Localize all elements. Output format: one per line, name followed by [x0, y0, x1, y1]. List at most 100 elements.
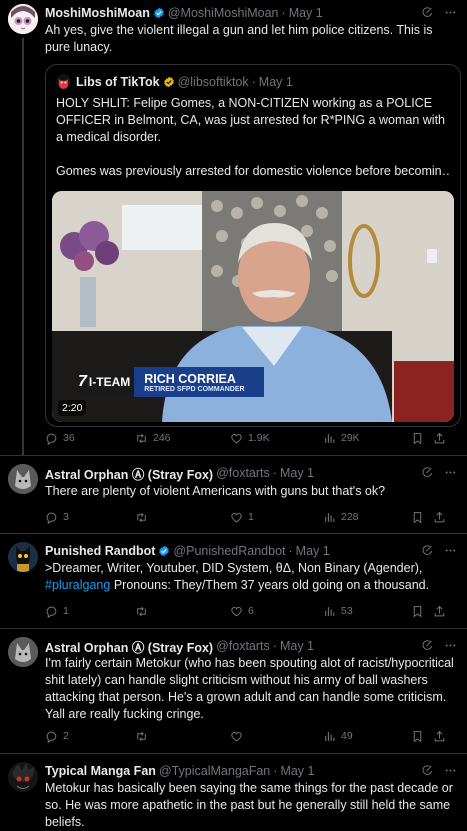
quote-text: HOLY SHLIT: Felipe Gomes, a NON-CITIZEN …	[56, 95, 450, 180]
timestamp[interactable]: May 1	[296, 544, 330, 558]
repost-button[interactable]: 246	[135, 432, 230, 445]
more-icon[interactable]	[444, 764, 457, 777]
views-button[interactable]: 228	[323, 511, 411, 524]
tweet[interactable]: Astral Orphan Ⓐ (Stray Fox) @foxtarts · …	[0, 628, 467, 754]
avatar[interactable]	[8, 637, 38, 667]
quoted-tweet[interactable]: Libs of TikTok @libsoftiktok · May 1 HOL…	[45, 64, 461, 427]
repost-button[interactable]	[135, 605, 230, 618]
tweet[interactable]: Typical Manga Fan @TypicalMangaFan · May…	[0, 753, 467, 829]
handle[interactable]: @foxtarts	[216, 639, 270, 653]
lower-third-name: RICH CORRIEA	[144, 371, 236, 386]
quote-display-name[interactable]: Libs of TikTok	[76, 75, 160, 89]
grok-icon[interactable]	[421, 6, 434, 19]
news-lower-third: 7 I-TEAM RICH CORRIEA RETIRED SFPD COMMA…	[74, 367, 265, 397]
grok-icon[interactable]	[421, 639, 434, 652]
more-icon[interactable]	[444, 544, 457, 557]
bookmark-icon	[411, 511, 424, 524]
handle[interactable]: @foxtarts	[216, 466, 270, 480]
video-player[interactable]: 7 I-TEAM RICH CORRIEA RETIRED SFPD COMMA…	[52, 191, 454, 422]
tweet-header: Astral Orphan Ⓐ (Stray Fox) @foxtarts · …	[45, 464, 457, 482]
more-icon[interactable]	[444, 639, 457, 652]
quote-avatar[interactable]	[56, 74, 71, 89]
separator-dot: ·	[273, 764, 278, 778]
display-name[interactable]: Typical Manga Fan	[45, 764, 156, 778]
grok-icon[interactable]	[421, 764, 434, 777]
share-button[interactable]	[433, 730, 446, 743]
share-icon	[433, 605, 446, 618]
like-button[interactable]	[230, 730, 323, 743]
views-button[interactable]: 49	[323, 730, 411, 743]
tweet[interactable]: MoshiMoshiMoan @MoshiMoshiMoan · May 1 A…	[0, 0, 467, 456]
timestamp[interactable]: May 1	[280, 466, 314, 480]
reply-icon	[45, 432, 58, 445]
share-button[interactable]	[433, 432, 446, 445]
views-icon	[323, 605, 336, 618]
repost-icon	[135, 730, 148, 743]
handle[interactable]: @MoshiMoshiMoan	[168, 6, 279, 20]
reply-icon	[45, 730, 58, 743]
thread-line	[22, 38, 24, 455]
bookmark-icon	[411, 432, 424, 445]
fox-avatar-icon	[8, 464, 38, 494]
avatar[interactable]	[8, 4, 38, 34]
handle[interactable]: @TypicalMangaFan	[159, 764, 270, 778]
views-button[interactable]: 29K	[323, 432, 411, 445]
reply-button[interactable]: 36	[45, 432, 135, 445]
like-count: 6	[248, 605, 254, 617]
reply-icon	[45, 605, 58, 618]
reply-button[interactable]: 2	[45, 730, 135, 743]
tweet-header: Typical Manga Fan @TypicalMangaFan · May…	[45, 762, 457, 780]
timestamp[interactable]: May 1	[289, 6, 323, 20]
reply-button[interactable]: 3	[45, 511, 135, 524]
avatar[interactable]	[8, 464, 38, 494]
more-icon[interactable]	[444, 466, 457, 479]
share-button[interactable]	[433, 605, 446, 618]
bookmark-button[interactable]	[411, 511, 433, 524]
reply-button[interactable]: 1	[45, 605, 135, 618]
bookmark-button[interactable]	[411, 605, 433, 618]
views-count: 228	[341, 511, 359, 523]
cat-avatar-icon	[8, 542, 38, 572]
share-icon	[433, 432, 446, 445]
separator-dot: ·	[281, 6, 286, 20]
manga-avatar-icon	[8, 762, 38, 792]
like-button[interactable]: 6	[230, 605, 323, 618]
like-icon	[230, 511, 243, 524]
station-name: I-TEAM	[88, 375, 131, 389]
display-name[interactable]: MoshiMoshiMoan	[45, 6, 150, 20]
tweet-text: >Dreamer, Writer, Youtuber, DID System, …	[45, 560, 457, 594]
more-icon[interactable]	[444, 6, 457, 19]
display-name[interactable]: Astral Orphan Ⓐ (Stray Fox)	[45, 637, 213, 655]
timestamp[interactable]: May 1	[280, 639, 314, 653]
display-name[interactable]: Astral Orphan Ⓐ (Stray Fox)	[45, 464, 213, 482]
repost-button[interactable]	[135, 730, 230, 743]
views-icon	[323, 730, 336, 743]
bookmark-button[interactable]	[411, 432, 433, 445]
grok-icon[interactable]	[421, 544, 434, 557]
bookmark-button[interactable]	[411, 730, 433, 743]
hashtag-link[interactable]: #pluralgang	[45, 578, 110, 592]
grok-icon[interactable]	[421, 466, 434, 479]
like-button[interactable]: 1	[230, 511, 323, 524]
quote-handle[interactable]: @libsoftiktok	[178, 75, 249, 89]
tweet-text-part: Pronouns: They/Them 37 years old going o…	[110, 578, 430, 592]
views-count: 49	[341, 730, 353, 742]
action-bar: 36 246 1.9K 29K	[45, 430, 457, 446]
quote-timestamp[interactable]: May 1	[259, 75, 293, 89]
avatar[interactable]	[8, 542, 38, 572]
tweet[interactable]: Punished Randbot @PunishedRandbot · May …	[0, 533, 467, 629]
timestamp[interactable]: May 1	[280, 764, 314, 778]
tweet-header: MoshiMoshiMoan @MoshiMoshiMoan · May 1	[45, 4, 457, 22]
handle[interactable]: @PunishedRandbot	[173, 544, 285, 558]
avatar[interactable]	[8, 762, 38, 792]
repost-button[interactable]	[135, 511, 230, 524]
tiktok-cat-logo-icon	[56, 74, 71, 89]
like-icon	[230, 432, 243, 445]
like-button[interactable]: 1.9K	[230, 432, 323, 445]
quote-text-paragraph-1: HOLY SHLIT: Felipe Gomes, a NON-CITIZEN …	[56, 96, 446, 144]
tweet-text: Ah yes, give the violent illegal a gun a…	[45, 23, 433, 54]
display-name[interactable]: Punished Randbot	[45, 544, 155, 558]
share-button[interactable]	[433, 511, 446, 524]
tweet[interactable]: Astral Orphan Ⓐ (Stray Fox) @foxtarts · …	[0, 455, 467, 534]
views-button[interactable]: 53	[323, 605, 411, 618]
